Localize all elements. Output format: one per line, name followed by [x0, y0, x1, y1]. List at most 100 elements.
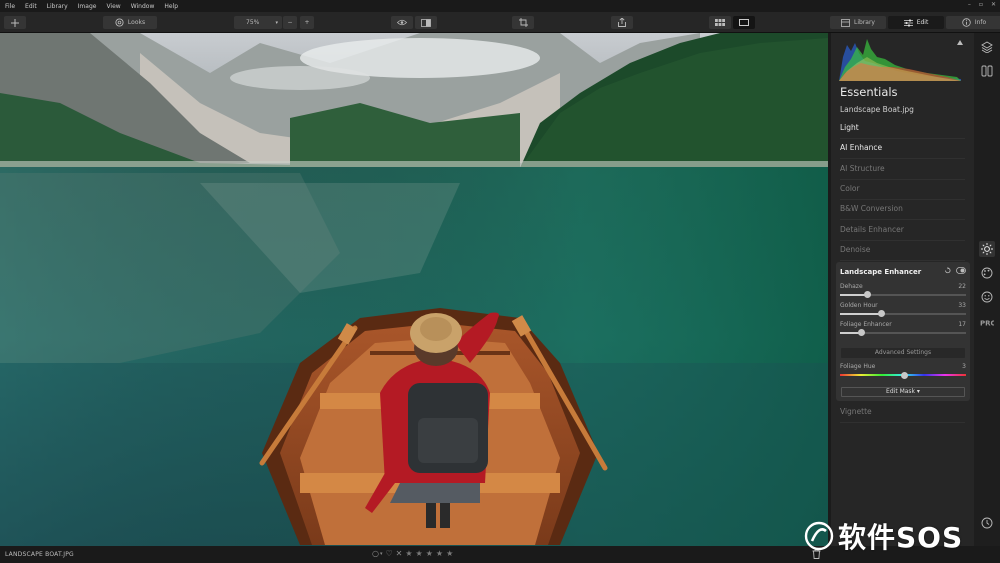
slider-foliage-enhancer-knob[interactable]: [857, 329, 865, 336]
portrait-button[interactable]: [979, 289, 995, 305]
tool-ai-enhance[interactable]: AI Enhance: [840, 139, 965, 159]
zoom-value: 75%: [246, 19, 260, 26]
slider-foliage-enhancer-track: [840, 329, 966, 336]
looks-icon: [115, 18, 124, 27]
tab-edit[interactable]: Edit: [888, 16, 944, 29]
star-icon[interactable]: ★: [446, 549, 453, 558]
slider-golden-hour-track: [840, 310, 966, 317]
single-image-icon: [739, 19, 749, 26]
toggle-icon[interactable]: [956, 267, 966, 274]
essentials-button[interactable]: [979, 241, 995, 257]
preview-button[interactable]: [391, 16, 413, 29]
tab-info[interactable]: Info: [946, 16, 1000, 29]
section-title: Essentials: [840, 85, 898, 99]
reset-icon[interactable]: [944, 267, 951, 274]
slider-golden-hour[interactable]: Golden Hour 33: [840, 302, 966, 317]
minus-icon: −: [287, 19, 293, 26]
tab-edit-label: Edit: [916, 19, 929, 26]
slider-dehaze-knob[interactable]: [864, 291, 872, 298]
slider-foliage-hue-knob[interactable]: [901, 371, 909, 379]
history-button[interactable]: [979, 515, 995, 531]
slider-dehaze-track: [840, 291, 966, 298]
reject-icon[interactable]: ✕: [396, 549, 403, 558]
menu-edit[interactable]: Edit: [25, 3, 37, 10]
smile-icon: [981, 291, 993, 303]
watermark-logo-icon: [804, 521, 834, 551]
star-icon[interactable]: ★: [436, 549, 443, 558]
star-icon[interactable]: ★: [405, 549, 412, 558]
slider-dehaze-value: 22: [958, 283, 966, 290]
slider-golden-hour-value: 33: [958, 302, 966, 309]
menu-view[interactable]: View: [106, 3, 120, 10]
restore-icon[interactable]: ▫: [979, 1, 983, 8]
tool-bw-conversion[interactable]: B&W Conversion: [840, 200, 965, 220]
panel-file-name: Landscape Boat.jpg: [840, 105, 914, 114]
plus-icon: +: [304, 19, 310, 26]
layers-icon: [981, 41, 993, 53]
zoom-in-button[interactable]: +: [300, 16, 314, 29]
slider-dehaze[interactable]: Dehaze 22: [840, 283, 966, 298]
slider-golden-hour-fill: [840, 313, 882, 315]
single-view-button[interactable]: [733, 16, 755, 29]
tool-denoise[interactable]: Denoise: [840, 241, 965, 261]
crop-button[interactable]: [512, 16, 534, 29]
menu-window[interactable]: Window: [131, 3, 155, 10]
clock-icon: [981, 517, 993, 529]
looks-button[interactable]: Looks: [103, 16, 157, 29]
enhancer-controls: [944, 267, 966, 274]
zoom-out-button[interactable]: −: [283, 16, 297, 29]
slider-dehaze-label: Dehaze: [840, 283, 863, 290]
landscape-photo: [0, 33, 828, 546]
star-icon[interactable]: ★: [426, 549, 433, 558]
tab-library-label: Library: [854, 19, 875, 26]
share-icon: [618, 18, 626, 27]
library-icon: [841, 18, 850, 27]
creative-button[interactable]: [979, 265, 995, 281]
svg-text:PRO: PRO: [980, 319, 994, 327]
advanced-settings-button[interactable]: Advanced Settings: [841, 348, 965, 358]
menu-image[interactable]: Image: [78, 3, 97, 10]
heart-icon[interactable]: ♡: [386, 549, 393, 558]
compare-button[interactable]: [415, 16, 437, 29]
chevron-down-icon[interactable]: ▾: [380, 551, 383, 557]
pro-icon: PRO: [980, 319, 994, 327]
watermark: 软件SOS: [804, 516, 963, 556]
menu-help[interactable]: Help: [164, 3, 178, 10]
close-icon[interactable]: ✕: [991, 1, 996, 8]
color-label-icon[interactable]: ○: [372, 549, 379, 558]
tool-vignette[interactable]: Vignette: [840, 403, 965, 423]
rating-controls: ○ ▾ ♡ ✕ ★ ★ ★ ★ ★: [372, 549, 453, 558]
add-button[interactable]: [4, 16, 26, 29]
tool-ai-structure[interactable]: AI Structure: [840, 160, 965, 180]
slider-golden-hour-knob[interactable]: [878, 310, 886, 317]
compare-icon: [421, 18, 431, 27]
eye-icon: [397, 19, 407, 26]
grid-view-button[interactable]: [709, 16, 731, 29]
tab-library[interactable]: Library: [830, 16, 886, 29]
looks-label: Looks: [127, 19, 146, 26]
chevron-down-icon: ▾: [275, 19, 278, 26]
slider-foliage-enhancer[interactable]: Foliage Enhancer 17: [840, 321, 966, 336]
canvas-button[interactable]: [979, 63, 995, 79]
star-icon[interactable]: ★: [416, 549, 423, 558]
edit-mask-button[interactable]: Edit Mask ▾: [841, 387, 965, 397]
plus-icon: [11, 18, 19, 27]
pro-button[interactable]: PRO: [979, 314, 995, 330]
share-button[interactable]: [611, 16, 633, 29]
menu-library[interactable]: Library: [47, 3, 68, 10]
layers-button[interactable]: [979, 39, 995, 55]
mode-tabs: Library Edit Info: [830, 16, 1000, 29]
edit-panel: Essentials Landscape Boat.jpg Light AI E…: [831, 33, 974, 546]
tool-light[interactable]: Light: [840, 119, 965, 139]
grid-icon: [715, 19, 725, 26]
canvas-icon: [981, 65, 993, 77]
menu-file[interactable]: File: [5, 3, 15, 10]
slider-foliage-hue-value: 3: [962, 363, 966, 370]
tool-color[interactable]: Color: [840, 180, 965, 200]
tool-details-enhancer[interactable]: Details Enhancer: [840, 221, 965, 241]
minimize-icon[interactable]: –: [968, 1, 971, 8]
slider-foliage-hue[interactable]: Foliage Hue 3: [840, 363, 966, 379]
zoom-select[interactable]: 75% ▾: [234, 16, 282, 29]
photo-canvas[interactable]: [0, 33, 828, 546]
tab-info-label: Info: [974, 19, 987, 26]
